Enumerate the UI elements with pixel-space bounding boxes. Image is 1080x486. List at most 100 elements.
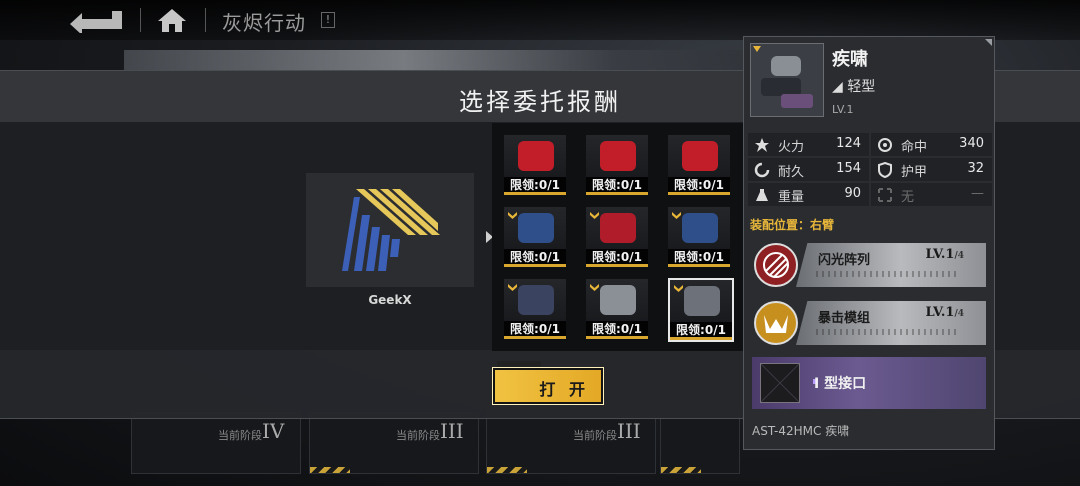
item-detail-panel: 疾啸 ◢ 轻型 LV.1 火力 124 命中 340 耐久 154 护甲 32 … (743, 36, 995, 450)
accuracy-icon (878, 138, 892, 152)
stat-value: — (971, 186, 984, 201)
stat-value: 124 (836, 136, 861, 151)
reward-item[interactable]: 限领:0/1 (504, 279, 566, 339)
stat-none: 无 — (871, 183, 992, 206)
limit-label: 限领:0/1 (586, 249, 648, 267)
weight-class-icon: ◢ (832, 79, 848, 95)
stage-card[interactable] (660, 412, 740, 474)
limit-label: 限领:0/1 (586, 177, 648, 195)
stage-card[interactable]: 当前阶段 IV (131, 412, 301, 474)
empty-slot-icon (760, 363, 800, 403)
open-button-label: 打 开 (539, 380, 589, 399)
mech-arm-icon (600, 285, 636, 315)
reward-item[interactable]: 限领:0/1 (504, 207, 566, 267)
equip-position-value: 右臂 (810, 218, 835, 232)
stat-armor: 护甲 32 (871, 158, 992, 181)
item-level: LV.1 (832, 103, 854, 116)
stat-value: 340 (959, 136, 984, 151)
back-arrow-icon (70, 11, 122, 35)
mech-arm-icon (518, 285, 554, 315)
limit-label: 限领:0/1 (668, 249, 730, 267)
corner-marker-icon (985, 39, 992, 46)
limit-label: 限领:0/1 (504, 177, 566, 195)
durability-icon (754, 162, 770, 178)
critical-module-icon (754, 301, 798, 345)
rank-chevron-icon (590, 212, 599, 219)
mech-arm-icon (600, 213, 636, 243)
hazard-stripe (661, 467, 701, 473)
sponsor-name: GeekX (368, 293, 412, 307)
page-title: 灰烬行动 (222, 11, 306, 35)
stat-firepower: 火力 124 (748, 133, 869, 156)
rank-chevron-icon (508, 284, 517, 291)
limit-label: 限领:0/1 (504, 321, 566, 339)
info-icon[interactable]: ! (321, 12, 335, 28)
limit-label: 限领:0/1 (668, 177, 730, 195)
geekx-logo-icon (342, 189, 440, 271)
reward-item[interactable]: 限领:0/1 (586, 135, 648, 195)
reward-item[interactable]: 限领:0/1 (668, 207, 730, 267)
hazard-stripe (487, 467, 527, 473)
module-detail-bars (816, 271, 956, 277)
limit-label: 限领:0/1 (586, 321, 648, 339)
stat-name: 重量 (778, 190, 805, 205)
module-level: LV.1/4 (925, 305, 964, 320)
stage-card[interactable]: 当前阶段 III (309, 412, 479, 474)
limit-label: 限领:0/1 (504, 249, 566, 267)
rank-chevron-icon (672, 212, 681, 219)
stage-label: 当前阶段 (396, 429, 440, 442)
reward-item-selected[interactable]: 限领:0/1 (668, 278, 734, 342)
mech-arm-icon (600, 141, 636, 171)
stat-value: 154 (836, 161, 861, 176)
item-type-label: 轻型 (847, 79, 876, 95)
module-level-value: LV.1 (925, 305, 955, 320)
reward-item[interactable]: 限领:0/1 (668, 135, 730, 195)
module-level-value: LV.1 (925, 247, 955, 262)
limit-label: 限领:0/1 (670, 322, 732, 340)
item-portrait (750, 43, 824, 117)
reward-item[interactable]: 限领:0/1 (586, 279, 648, 339)
reward-item[interactable]: 限领:0/1 (586, 207, 648, 267)
module-level: LV.1/4 (925, 247, 964, 262)
stage-card[interactable]: 当前阶段 III (486, 412, 656, 474)
weight-icon (756, 189, 768, 201)
stat-name: 命中 (901, 140, 928, 155)
mech-arm-icon (682, 213, 718, 243)
item-name: 疾啸 (832, 49, 868, 70)
critical-module-icon (764, 315, 788, 333)
module-detail-bars (816, 329, 956, 335)
stat-value: 90 (844, 186, 861, 201)
rank-chevron-icon (674, 285, 683, 292)
stats-table: 火力 124 命中 340 耐久 154 护甲 32 重量 90 无 — (748, 133, 992, 208)
firepower-icon (755, 138, 769, 152)
none-icon (878, 188, 892, 202)
mech-arm-icon (684, 286, 720, 316)
stat-name: 火力 (778, 140, 805, 155)
mech-arm-icon (518, 141, 554, 171)
mech-arm-icon (682, 141, 718, 171)
home-icon (158, 9, 186, 32)
stat-weight: 重量 90 (748, 183, 869, 206)
open-button[interactable]: 打 开 (492, 361, 604, 405)
flash-array-icon (754, 243, 798, 287)
module-level-max: /4 (954, 251, 964, 261)
back-button[interactable] (66, 7, 126, 35)
empty-slot-icon (760, 363, 800, 403)
interface-slot[interactable]: I 型接口 (752, 357, 986, 409)
mech-arm-icon (753, 46, 813, 108)
button-tag (497, 361, 541, 367)
equip-position: 装配位置：右臂 (750, 216, 834, 233)
stage-number: III (617, 419, 641, 443)
stats-row: 火力 124 命中 340 (748, 133, 992, 156)
home-button[interactable] (155, 6, 189, 34)
module-item[interactable]: 闪光阵列 LV.1/4 (752, 239, 986, 291)
module-name: 暴击模组 (818, 311, 871, 326)
stats-row: 重量 90 无 — (748, 183, 992, 206)
stats-row: 耐久 154 护甲 32 (748, 158, 992, 181)
reward-item[interactable]: 限领:0/1 (504, 135, 566, 195)
stage-label: 当前阶段 (573, 429, 617, 442)
module-item[interactable]: 暴击模组 LV.1/4 (752, 297, 986, 349)
mech-arm-icon (518, 213, 554, 243)
flash-array-icon (763, 252, 789, 278)
interface-label: I 型接口 (814, 376, 867, 392)
